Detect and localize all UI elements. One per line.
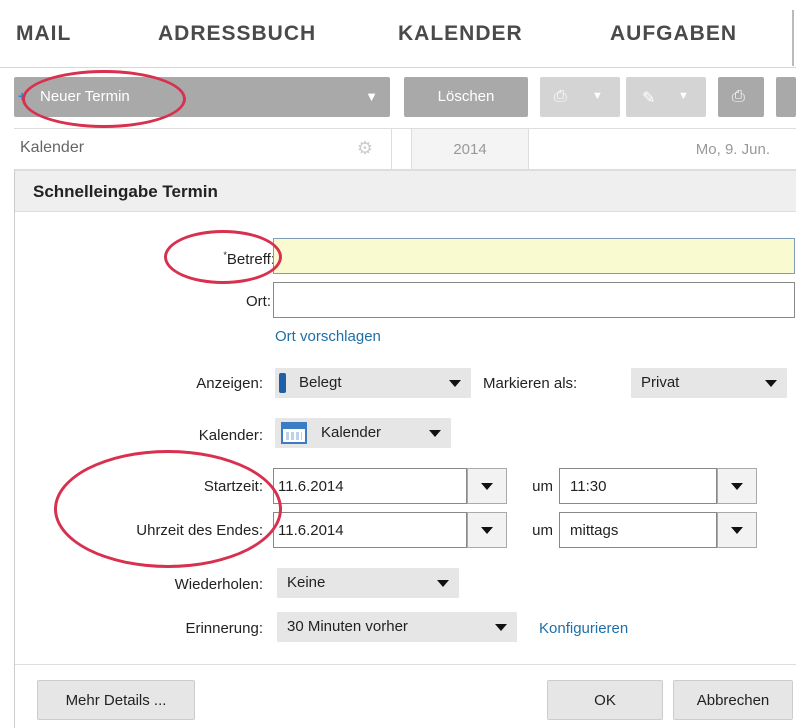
- start-date-picker-button[interactable]: [467, 468, 507, 504]
- mark-as-value: Privat: [641, 374, 680, 391]
- move-button[interactable]: ⎙ ▼: [540, 77, 620, 117]
- end-um-label: um: [532, 522, 553, 539]
- start-date-value: 11.6.2014: [278, 478, 344, 495]
- show-as-value: Belegt: [299, 374, 342, 391]
- end-time-label: Uhrzeit des Endes:: [136, 522, 263, 539]
- more-details-button[interactable]: Mehr Details ...: [37, 680, 195, 720]
- repeat-label: Wiederholen:: [174, 576, 263, 593]
- nav-aufgaben[interactable]: AUFGABEN: [610, 22, 737, 46]
- footer-divider: [15, 664, 796, 665]
- paperclip-icon: ✎: [642, 90, 656, 107]
- reminder-label: Erinnerung:: [185, 620, 263, 637]
- dialog-title-bar: Schnelleingabe Termin: [15, 170, 796, 212]
- subject-input[interactable]: [273, 238, 795, 274]
- nav-mail[interactable]: MAIL: [16, 22, 71, 46]
- chevron-down-icon: [495, 624, 507, 631]
- calendar-bar: Kalender ⚙ 2014 Mo, 9. Jun.: [14, 128, 796, 170]
- subject-label-text: Betreff:: [226, 251, 275, 268]
- tray-icon: ⎙: [554, 88, 567, 105]
- configure-link[interactable]: Konfigurieren: [539, 620, 628, 637]
- location-label: Ort:: [246, 293, 271, 310]
- cancel-button[interactable]: Abbrechen: [673, 680, 793, 720]
- plus-icon: +: [18, 88, 27, 104]
- location-input[interactable]: [273, 282, 795, 318]
- start-time-input[interactable]: 11:30: [559, 468, 717, 504]
- new-appointment-label: Neuer Termin: [40, 88, 130, 105]
- more-details-label: Mehr Details ...: [65, 692, 167, 709]
- nav-divider: [792, 10, 794, 66]
- year-label: 2014: [453, 141, 487, 158]
- show-as-select[interactable]: Belegt: [275, 368, 471, 398]
- repeat-select[interactable]: Keine: [277, 568, 459, 598]
- calendar-field-label: Kalender:: [198, 427, 263, 444]
- calendar-icon: [281, 422, 307, 444]
- reminder-value: 30 Minuten vorher: [287, 618, 408, 635]
- chevron-down-icon: [765, 380, 777, 387]
- repeat-value: Keine: [287, 574, 326, 591]
- end-date-picker-button[interactable]: [467, 512, 507, 548]
- ok-button[interactable]: OK: [547, 680, 663, 720]
- quick-appointment-dialog: Schnelleingabe Termin *Betreff: Ort: Ort…: [14, 170, 796, 728]
- cancel-label: Abbrechen: [696, 692, 770, 709]
- start-um-label: um: [532, 478, 553, 495]
- end-time-picker-button[interactable]: [717, 512, 757, 548]
- delete-label: Löschen: [437, 88, 495, 105]
- reminder-select[interactable]: 30 Minuten vorher: [277, 612, 517, 642]
- busy-color-indicator: [279, 373, 286, 393]
- start-time-picker-button[interactable]: [717, 468, 757, 504]
- subject-label: *Betreff:: [175, 250, 275, 268]
- calendar-select[interactable]: Kalender: [275, 418, 451, 448]
- nav-kalender[interactable]: KALENDER: [398, 22, 523, 46]
- chevron-down-icon[interactable]: ▼: [365, 89, 378, 104]
- calendar-value: Kalender: [321, 424, 382, 441]
- start-time-value: 11:30: [570, 478, 607, 495]
- chevron-down-icon: [731, 483, 743, 490]
- ok-label: OK: [594, 692, 616, 709]
- mark-as-label: Markieren als:: [483, 375, 578, 392]
- new-appointment-button[interactable]: + Neuer Termin ▼: [14, 77, 390, 117]
- chevron-down-icon: [449, 380, 461, 387]
- chevron-down-icon: [481, 483, 493, 490]
- chevron-down-icon: ▼: [592, 90, 603, 102]
- calendar-selector[interactable]: Kalender ⚙: [14, 129, 392, 169]
- printer-icon: ⎙: [732, 88, 745, 105]
- year-tab[interactable]: 2014: [411, 129, 529, 169]
- print-button[interactable]: ⎙: [718, 77, 764, 117]
- attach-button[interactable]: ✎ ▼: [626, 77, 706, 117]
- nav-adressbuch[interactable]: ADRESSBUCH: [158, 22, 316, 46]
- overflow-button[interactable]: [776, 77, 796, 117]
- top-navigation: MAIL ADRESSBUCH KALENDER AUFGABEN: [0, 0, 796, 68]
- start-date-input[interactable]: 11.6.2014: [273, 468, 467, 504]
- start-time-label: Startzeit:: [203, 478, 263, 495]
- end-time-input[interactable]: mittags: [559, 512, 717, 548]
- chevron-down-icon: ▼: [678, 90, 689, 102]
- suggest-location-link[interactable]: Ort vorschlagen: [275, 328, 381, 345]
- delete-button[interactable]: Löschen: [404, 77, 528, 117]
- chevron-down-icon: [731, 527, 743, 534]
- mark-as-select[interactable]: Privat: [631, 368, 787, 398]
- toolbar: + Neuer Termin ▼ Löschen ⎙ ▼ ✎ ▼ ⎙: [0, 68, 796, 126]
- calendar-label: Kalender: [20, 139, 85, 156]
- gear-icon[interactable]: ⚙: [357, 138, 373, 159]
- end-date-value: 11.6.2014: [278, 522, 344, 539]
- end-time-value: mittags: [570, 522, 619, 539]
- end-date-input[interactable]: 11.6.2014: [273, 512, 467, 548]
- current-date: Mo, 9. Jun.: [695, 141, 770, 158]
- chevron-down-icon: [481, 527, 493, 534]
- dialog-title: Schnelleingabe Termin: [33, 182, 218, 201]
- show-as-label: Anzeigen:: [196, 375, 263, 392]
- chevron-down-icon: [437, 580, 449, 587]
- chevron-down-icon: [429, 430, 441, 437]
